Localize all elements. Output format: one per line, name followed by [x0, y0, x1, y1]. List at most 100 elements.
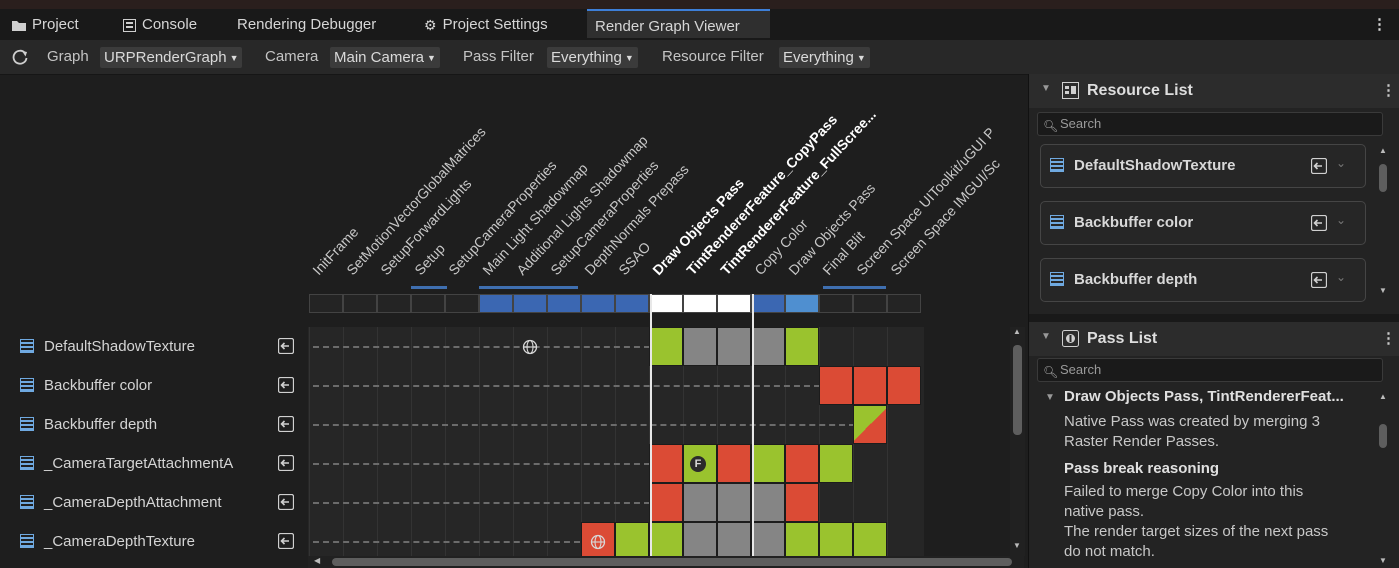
- resource-list-scroll-thumb[interactable]: [1379, 164, 1387, 192]
- pass-break-line: The render target sizes of the next pass: [1064, 523, 1329, 540]
- collapse-arrow-icon[interactable]: ▼: [1041, 331, 1051, 342]
- chevron-down-icon[interactable]: ⌄: [1336, 156, 1346, 170]
- scroll-up-arrow-icon[interactable]: ▲: [1379, 146, 1387, 155]
- graph-dropdown[interactable]: URPRenderGraph ▼: [100, 47, 243, 68]
- tab-project-settings[interactable]: ⚙ Project Settings: [424, 9, 548, 40]
- scroll-thumb[interactable]: [1013, 345, 1022, 435]
- tab-project[interactable]: Project: [12, 9, 79, 40]
- resource-card[interactable]: Backbuffer depth ⌄: [1040, 258, 1366, 302]
- pass-column-header[interactable]: [581, 294, 615, 313]
- import-icon[interactable]: [278, 533, 294, 549]
- import-icon[interactable]: [278, 455, 294, 471]
- scroll-thumb[interactable]: [332, 558, 1012, 566]
- resource-filter-dropdown[interactable]: Everything ▼: [779, 47, 870, 68]
- scroll-down-arrow-icon[interactable]: ▼: [1379, 556, 1387, 565]
- resource-usage-cell[interactable]: [819, 366, 853, 405]
- chevron-down-icon[interactable]: ⌄: [1336, 213, 1346, 227]
- pass-column-header[interactable]: [683, 294, 717, 313]
- tab-render-graph-viewer[interactable]: Render Graph Viewer: [587, 9, 770, 38]
- pass-column-header[interactable]: [615, 294, 649, 313]
- grid-horizontal-scrollbar[interactable]: ◀: [308, 556, 1024, 568]
- pass-list-scroll-thumb[interactable]: [1379, 424, 1387, 448]
- resource-usage-cell[interactable]: [751, 483, 785, 522]
- pass-search-input[interactable]: 🔍︎ Search: [1037, 358, 1383, 382]
- refresh-icon[interactable]: [12, 49, 29, 66]
- import-icon[interactable]: [278, 416, 294, 432]
- tab-console[interactable]: Console: [123, 9, 197, 40]
- pass-column-header[interactable]: [411, 294, 445, 313]
- scroll-down-arrow-icon[interactable]: ▼: [1013, 541, 1021, 550]
- resource-row[interactable]: Backbuffer depth: [0, 405, 305, 444]
- pass-column-header[interactable]: [343, 294, 377, 313]
- scroll-left-arrow-icon[interactable]: ◀: [314, 556, 320, 565]
- resource-usage-cell[interactable]: [785, 483, 819, 522]
- camera-dropdown[interactable]: Main Camera ▼: [330, 47, 440, 68]
- collapse-arrow-icon[interactable]: ▼: [1041, 83, 1051, 94]
- resource-usage-cell[interactable]: [649, 483, 683, 522]
- pass-column-header[interactable]: [717, 294, 751, 313]
- resource-usage-cell[interactable]: [649, 444, 683, 483]
- resource-filter-label: Resource Filter: [662, 48, 764, 65]
- pass-list-item-title[interactable]: Draw Objects Pass, TintRendererFeat...: [1064, 388, 1344, 405]
- resource-usage-cell[interactable]: [717, 444, 751, 483]
- pass-column-header[interactable]: [853, 294, 887, 313]
- resource-row[interactable]: _CameraTargetAttachmentA: [0, 444, 305, 483]
- resource-lifetime-line: [313, 502, 650, 504]
- pass-column-header[interactable]: [819, 294, 853, 313]
- pass-column-header[interactable]: [445, 294, 479, 313]
- expand-arrow-icon[interactable]: ▼: [1045, 392, 1055, 403]
- pass-column-header[interactable]: [887, 294, 921, 313]
- import-icon[interactable]: [278, 377, 294, 393]
- scroll-up-arrow-icon[interactable]: ▲: [1379, 392, 1387, 401]
- resource-card[interactable]: DefaultShadowTexture ⌄: [1040, 144, 1366, 188]
- pass-column-header[interactable]: [513, 294, 547, 313]
- resource-usage-cell[interactable]: [683, 327, 717, 366]
- resource-usage-cell[interactable]: [785, 327, 819, 366]
- resource-row[interactable]: Backbuffer color: [0, 366, 305, 405]
- import-icon[interactable]: [1311, 158, 1327, 174]
- pass-label[interactable]: Screen Space UIToolkit/uGUI P: [853, 124, 998, 278]
- resource-search-input[interactable]: 🔍︎ Search: [1037, 112, 1383, 136]
- scroll-up-arrow-icon[interactable]: ▲: [1013, 327, 1021, 336]
- pass-list-header[interactable]: ▼ Pass List ⋮: [1029, 322, 1399, 356]
- native-pass-info-line: Raster Render Passes.: [1064, 433, 1220, 450]
- resource-usage-cell[interactable]: [649, 327, 683, 366]
- resource-usage-cell[interactable]: [751, 327, 785, 366]
- pass-column-header[interactable]: [479, 294, 513, 313]
- import-icon[interactable]: [278, 338, 294, 354]
- tab-rendering-debugger[interactable]: Rendering Debugger: [237, 9, 376, 40]
- pass-column-header[interactable]: [649, 294, 683, 313]
- chevron-down-icon[interactable]: ⌄: [1336, 270, 1346, 284]
- pass-column-header[interactable]: [785, 294, 819, 313]
- resource-usage-cell[interactable]: [717, 327, 751, 366]
- resource-card[interactable]: Backbuffer color ⌄: [1040, 201, 1366, 245]
- pass-column-header[interactable]: [547, 294, 581, 313]
- panel-menu-icon[interactable]: ⋮: [1381, 329, 1396, 347]
- resource-usage-cell[interactable]: [751, 444, 785, 483]
- grid-column-line: [377, 327, 378, 556]
- more-options-icon[interactable]: ⋮: [1372, 9, 1387, 40]
- panel-menu-icon[interactable]: ⋮: [1381, 81, 1396, 99]
- grid-vertical-scrollbar[interactable]: ▲ ▼: [1010, 327, 1025, 556]
- pass-filter-dropdown[interactable]: Everything ▼: [547, 47, 638, 68]
- resource-usage-cell[interactable]: [887, 366, 921, 405]
- resource-row[interactable]: DefaultShadowTexture: [0, 327, 305, 366]
- resource-usage-cell[interactable]: [853, 366, 887, 405]
- resource-usage-cell[interactable]: [717, 483, 751, 522]
- pass-column-header[interactable]: [751, 294, 785, 313]
- resource-usage-cell[interactable]: [785, 444, 819, 483]
- import-icon[interactable]: [278, 494, 294, 510]
- resource-usage-cell[interactable]: [819, 444, 853, 483]
- scroll-down-arrow-icon[interactable]: ▼: [1379, 286, 1387, 295]
- pass-column-header[interactable]: [377, 294, 411, 313]
- resource-usage-cell[interactable]: [853, 405, 887, 444]
- import-icon[interactable]: [1311, 215, 1327, 231]
- resource-list-header[interactable]: ▼ Resource List ⋮: [1029, 74, 1399, 108]
- resource-pass-grid[interactable]: F: [308, 294, 924, 561]
- import-icon[interactable]: [1311, 272, 1327, 288]
- resource-usage-cell[interactable]: [683, 483, 717, 522]
- pass-column-header[interactable]: [309, 294, 343, 313]
- panel-divider[interactable]: [1029, 314, 1399, 322]
- resource-row[interactable]: _CameraDepthTexture: [0, 522, 305, 561]
- resource-row[interactable]: _CameraDepthAttachment: [0, 483, 305, 522]
